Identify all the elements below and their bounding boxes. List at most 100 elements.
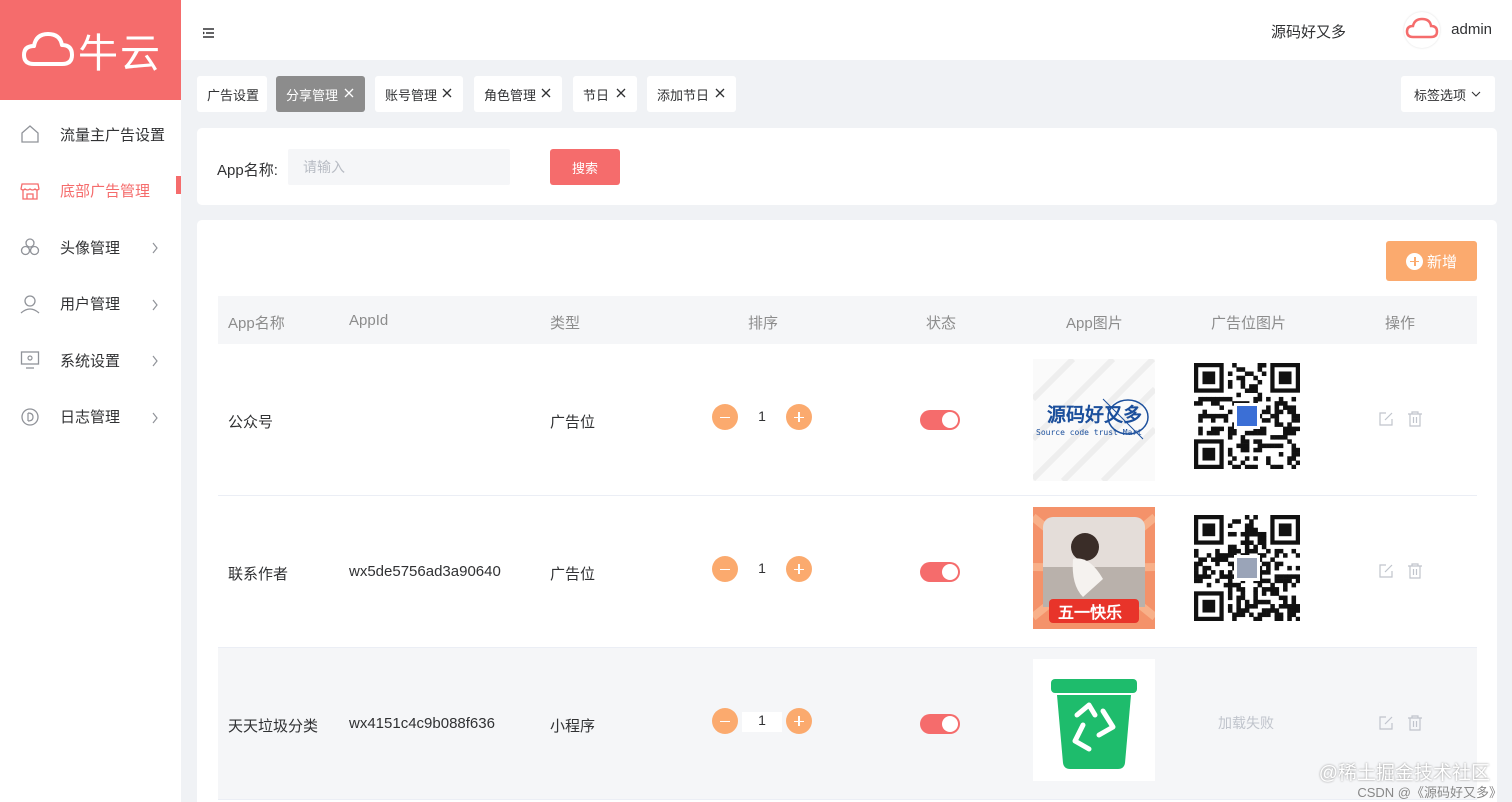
sidebar-item-label: 系统设置 [60,352,121,370]
sidebar-item-logs[interactable]: 日志管理 [0,389,181,446]
add-button-label: 新增 [1427,253,1458,271]
status-toggle[interactable] [920,562,960,582]
increment-button[interactable] [786,404,812,430]
app-name-label: App名称: [217,162,278,179]
qr-code-image [1194,363,1301,470]
app-name-input[interactable] [288,149,510,185]
watermark-juejin: @稀土掘金技术社区 [1318,763,1490,784]
sort-stepper: 1 [712,404,812,430]
tag-account-management[interactable]: 账号管理 [375,76,463,112]
decrement-button[interactable] [712,556,738,582]
increment-button[interactable] [786,556,812,582]
monitor-icon [20,350,40,370]
status-toggle[interactable] [920,714,960,734]
sidebar-item-label: 流量主广告设置 [60,126,166,144]
column-header: 广告位图片 [1211,315,1287,332]
logo-subtitle: Source code trust Mart [1036,428,1142,437]
sort-stepper: 1 [712,556,812,582]
table-row: 联系作者 wx5de5756ad3a90640 广告位 1 五一快乐 [218,496,1477,648]
increment-button[interactable] [786,708,812,734]
store-icon [20,181,40,201]
column-header: AppId [349,312,389,329]
chevron-right-icon [151,411,159,428]
delete-icon[interactable] [1407,563,1423,579]
sidebar-item-traffic-ad[interactable]: 流量主广告设置 [0,106,181,163]
app-image: 源码好又多 Source code trust Mart [1030,356,1158,484]
image-load-failed-text: 加载失败 [1218,715,1274,731]
logo: 牛云 [0,0,181,100]
tag-label: 账号管理 [385,87,438,103]
edit-icon[interactable] [1378,563,1394,579]
tag-label: 添加节日 [657,87,710,103]
appid-cell: wx4151c4c9b088f636 [349,715,495,732]
table-header: App名称 AppId 类型 排序 状态 App图片 广告位图片 操作 [218,296,1477,344]
app-image [1033,659,1155,781]
tag-holiday[interactable]: 节日 [573,76,637,112]
circles-icon [20,237,40,257]
chevron-down-icon [1471,86,1481,101]
search-panel: App名称: 搜索 [197,128,1497,205]
avatar[interactable] [1404,12,1440,48]
tag-label: 分享管理 [286,87,339,103]
home-icon [20,124,40,144]
chevron-right-icon [151,241,159,258]
delete-icon[interactable] [1407,715,1423,731]
tag-label: 角色管理 [484,87,537,103]
tag-ad-settings[interactable]: 广告设置 [197,76,267,112]
top-header: 源码好又多 admin [181,0,1512,60]
user-icon [20,294,40,314]
sidebar-item-users[interactable]: 用户管理 [0,276,181,333]
close-icon[interactable] [540,87,552,99]
edit-icon[interactable] [1378,411,1394,427]
tag-add-holiday[interactable]: 添加节日 [647,76,736,112]
app-name-cell: 公众号 [228,414,274,431]
sidebar-item-system[interactable]: 系统设置 [0,332,181,389]
column-header: 排序 [748,315,779,332]
sort-value[interactable]: 1 [742,560,782,580]
close-icon[interactable] [615,87,627,99]
column-header: 类型 [550,315,581,332]
menu-toggle-icon[interactable] [203,25,215,43]
search-button[interactable]: 搜索 [550,149,620,185]
status-toggle[interactable] [920,410,960,430]
tag-options-label: 标签选项 [1414,87,1467,103]
brand-name: 牛云 [78,31,162,77]
sidebar-item-avatar[interactable]: 头像管理 [0,219,181,276]
decrement-button[interactable] [712,708,738,734]
table-row: 公众号 广告位 1 源码好又多 Source code trust Mart [218,344,1477,496]
username[interactable]: admin [1451,21,1492,38]
cloud-avatar-icon [1405,16,1439,45]
type-cell: 小程序 [550,718,596,735]
column-header: App图片 [1066,315,1123,332]
photo-caption: 五一快乐 [1058,603,1122,622]
tag-role-management[interactable]: 角色管理 [474,76,562,112]
plus-circle-icon [1406,252,1423,270]
close-icon[interactable] [441,87,453,99]
sidebar: 牛云 流量主广告设置 底部广告管理 头像管理 用户管理 系统设置 日志管理 [0,0,181,802]
tag-share-management[interactable]: 分享管理 [276,76,365,112]
tag-label: 广告设置 [207,87,260,103]
close-icon[interactable] [343,87,355,99]
app-name-cell: 联系作者 [228,566,289,583]
add-button[interactable]: 新增 [1386,241,1477,281]
app-name-cell: 天天垃圾分类 [228,718,319,735]
decrement-button[interactable] [712,404,738,430]
app-image: 五一快乐 [1030,507,1158,629]
column-header: App名称 [228,315,285,332]
logo-title: 源码好又多 [1047,403,1142,426]
column-header: 操作 [1385,315,1416,332]
table-panel: 新增 App名称 AppId 类型 排序 状态 App图片 广告位图片 操作 公… [197,220,1497,802]
sort-stepper: 1 [712,708,812,734]
watermark-csdn: CSDN @《源码好又多》 [1357,785,1502,800]
tag-label: 节日 [583,87,610,103]
chevron-right-icon [151,298,159,315]
delete-icon[interactable] [1407,411,1423,427]
sort-value[interactable]: 1 [742,712,782,732]
sidebar-item-bottom-ad[interactable]: 底部广告管理 [0,163,181,220]
sidebar-item-label: 用户管理 [60,296,121,314]
header-link[interactable]: 源码好又多 [1271,21,1346,42]
sort-value[interactable]: 1 [742,408,782,428]
edit-icon[interactable] [1378,715,1394,731]
tag-options-dropdown[interactable]: 标签选项 [1401,76,1495,112]
close-icon[interactable] [714,87,726,99]
